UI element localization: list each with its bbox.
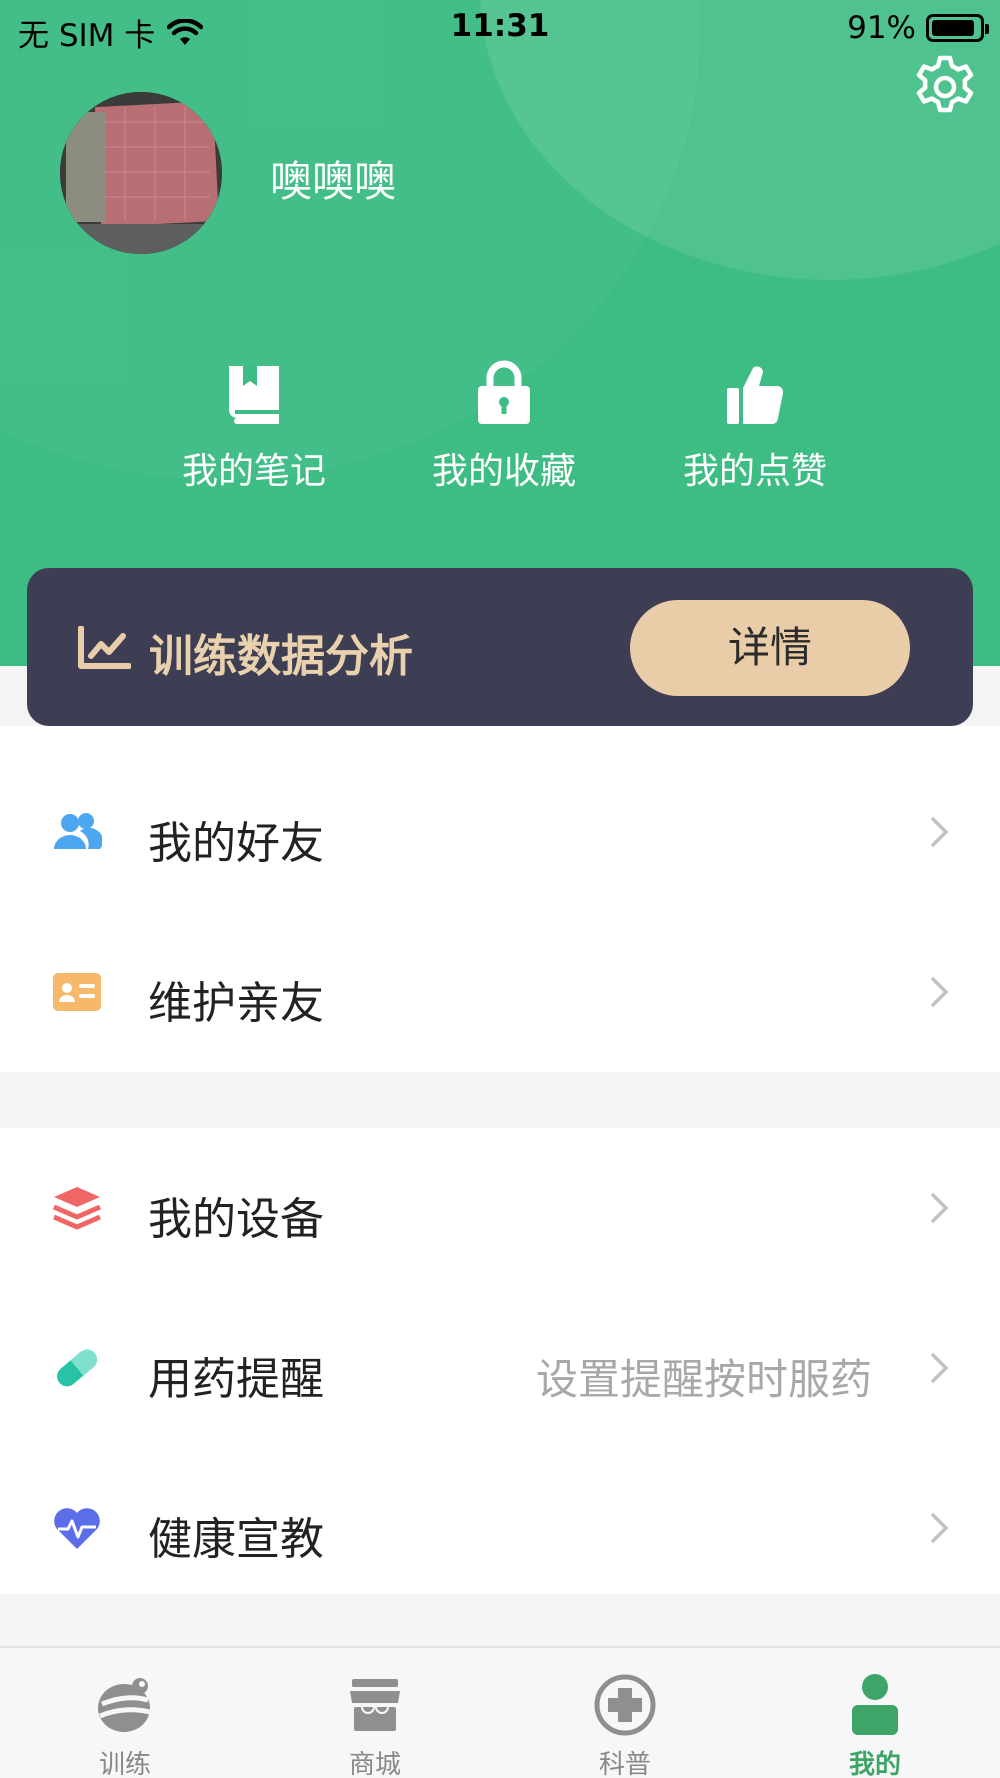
- training-analysis-banner: 训练数据分析 详情: [27, 568, 973, 726]
- status-bar: 无 SIM 卡 11:31 91%: [0, 0, 1000, 56]
- avatar-image: [60, 92, 222, 254]
- my-favorites-button[interactable]: 我的收藏: [404, 356, 604, 494]
- my-likes-label: 我的点赞: [682, 451, 827, 492]
- store-icon: [350, 1679, 400, 1731]
- menu-item-hint: 设置提醒按时服药: [535, 1355, 872, 1404]
- chevron-right-icon: [931, 1353, 949, 1383]
- book-icon: [229, 366, 279, 424]
- tab-science[interactable]: 科普: [500, 1648, 750, 1778]
- my-favorites-label: 我的收藏: [431, 451, 576, 492]
- my-likes-button[interactable]: 我的点赞: [655, 356, 855, 494]
- details-button[interactable]: 详情: [630, 600, 910, 696]
- menu-item-label: 我的好友: [148, 818, 324, 869]
- menu-item-medication-reminder[interactable]: 用药提醒 设置提醒按时服药: [0, 1288, 1000, 1448]
- tab-store[interactable]: 商城: [250, 1648, 500, 1778]
- battery-icon: [926, 14, 989, 42]
- menu-item-label: 维护亲友: [148, 978, 324, 1029]
- medical-cross-icon: [594, 1674, 656, 1736]
- my-notes-label: 我的笔记: [181, 451, 326, 492]
- line-chart-icon: [78, 626, 131, 669]
- my-notes-button[interactable]: 我的笔记: [154, 356, 354, 494]
- profile-header: 无 SIM 卡 11:31 91% 噢噢噢 我的笔记 我的收藏 我的点赞: [0, 0, 1000, 666]
- menu-item-label: 我的设备: [148, 1194, 324, 1245]
- menu-item-family[interactable]: 维护亲友: [0, 912, 1000, 1072]
- contact-card-icon: [53, 973, 101, 1011]
- menu-item-health-education[interactable]: 健康宣教: [0, 1448, 1000, 1608]
- menu-item-devices[interactable]: 我的设备: [0, 1128, 1000, 1288]
- person-icon: [852, 1674, 898, 1735]
- thumbs-up-icon: [727, 366, 784, 424]
- tab-mine[interactable]: 我的: [750, 1648, 1000, 1778]
- training-icon: [98, 1678, 151, 1732]
- tab-label: 商城: [348, 1750, 401, 1778]
- tab-label: 我的: [848, 1750, 901, 1778]
- menu-group-social: 我的好友 维护亲友: [0, 726, 1000, 1072]
- avatar[interactable]: [60, 92, 222, 254]
- lock-icon: [478, 360, 530, 424]
- battery-percent: 91%: [847, 10, 916, 46]
- tab-label: 训练: [98, 1750, 151, 1778]
- banner-title: 训练数据分析: [149, 631, 413, 682]
- battery-level: [932, 20, 974, 36]
- heartbeat-icon: [54, 1508, 100, 1549]
- friends-icon: [54, 813, 102, 849]
- menu-item-friends[interactable]: 我的好友: [0, 752, 1000, 912]
- chevron-right-icon: [931, 1513, 949, 1543]
- menu-group-health: 我的设备 用药提醒 设置提醒按时服药 健康宣教: [0, 1128, 1000, 1594]
- chevron-right-icon: [931, 1193, 949, 1223]
- menu-item-label: 健康宣教: [148, 1514, 324, 1565]
- chevron-right-icon: [931, 977, 949, 1007]
- tab-bar: 训练 商城 科普 我的: [0, 1646, 1000, 1778]
- chevron-right-icon: [931, 817, 949, 847]
- username[interactable]: 噢噢噢: [270, 148, 396, 209]
- menu-item-label: 用药提醒: [148, 1354, 324, 1405]
- pill-icon: [57, 1349, 97, 1387]
- layers-icon: [53, 1187, 101, 1230]
- tab-label: 科普: [598, 1750, 651, 1778]
- gear-icon[interactable]: [912, 54, 978, 120]
- battery-indicator: 91%: [847, 10, 989, 46]
- tab-training[interactable]: 训练: [0, 1648, 250, 1778]
